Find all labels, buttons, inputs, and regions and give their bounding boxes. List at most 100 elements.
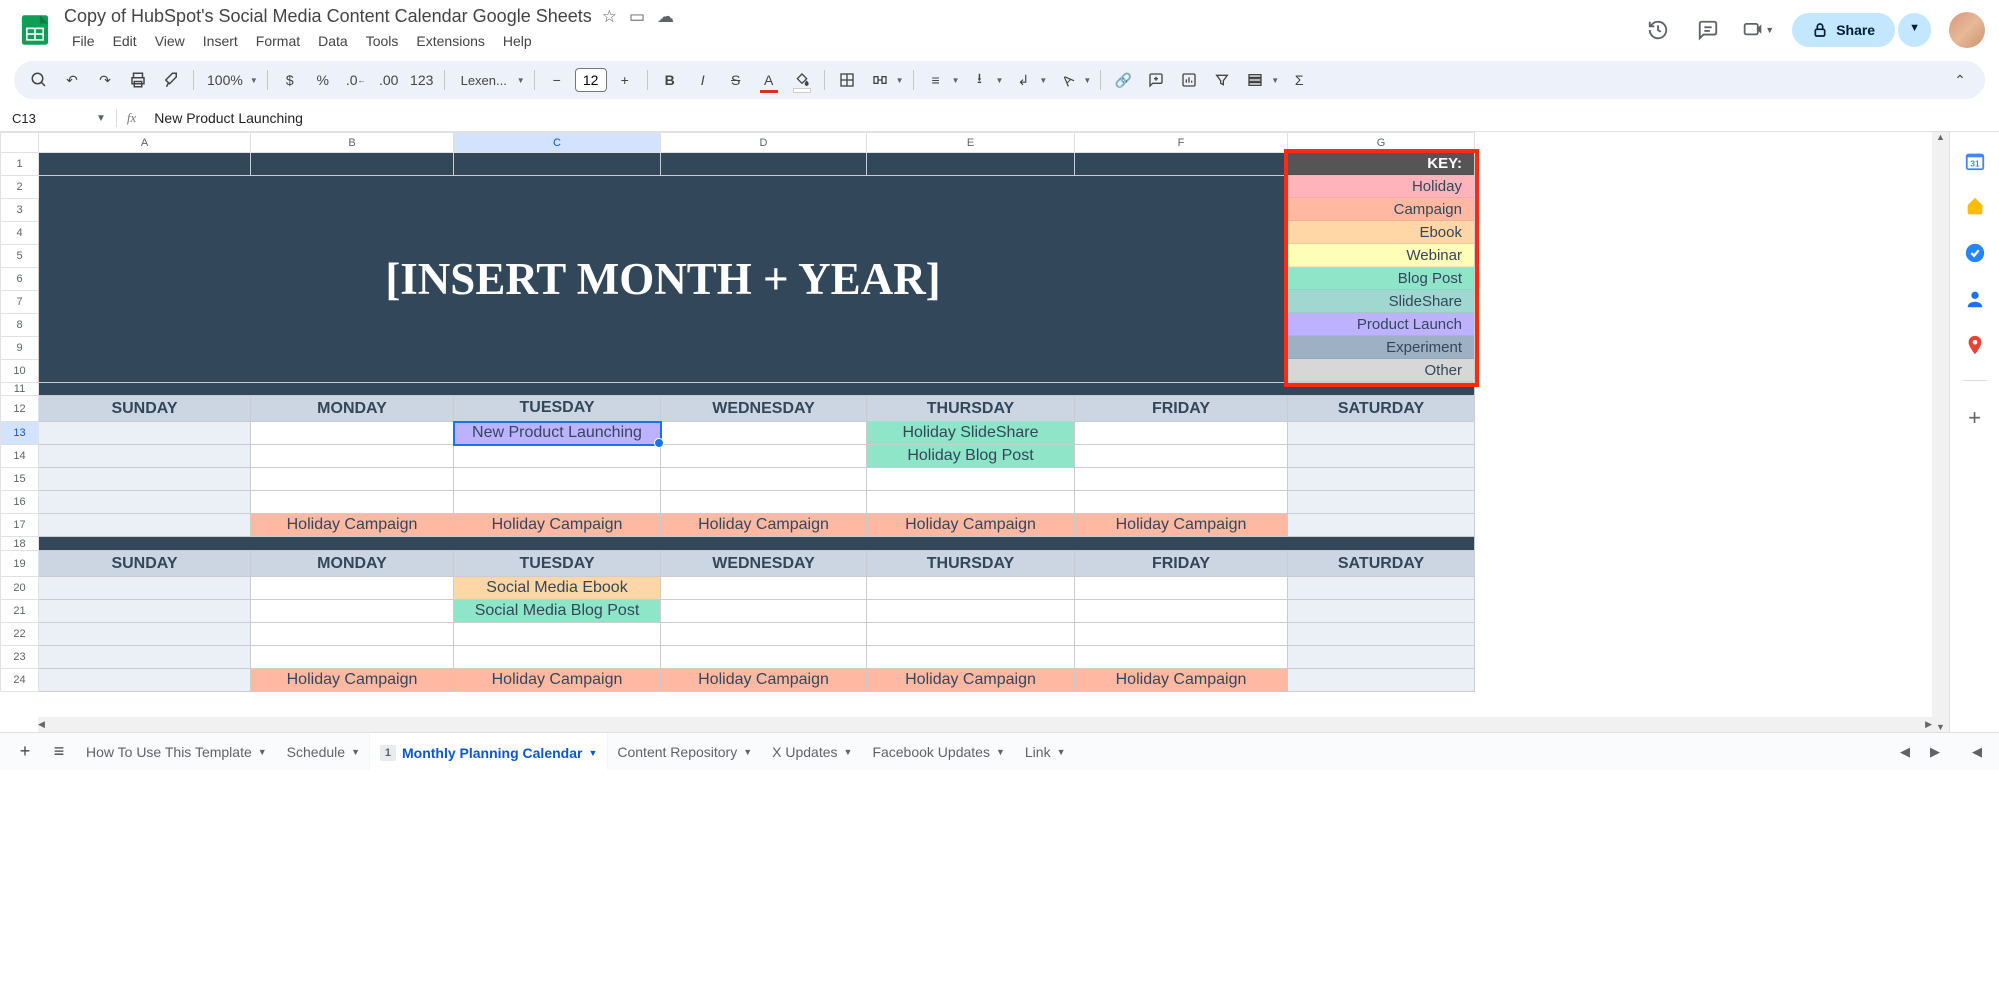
- paint-format-icon[interactable]: [156, 65, 186, 95]
- functions-icon[interactable]: Σ: [1284, 65, 1314, 95]
- cell[interactable]: SUNDAY: [39, 396, 251, 422]
- tab-caret-icon[interactable]: ▼: [844, 747, 853, 757]
- row-header-12[interactable]: 12: [1, 396, 39, 422]
- font-size-input[interactable]: [575, 68, 607, 92]
- cell[interactable]: [661, 468, 867, 491]
- menu-format[interactable]: Format: [248, 29, 308, 53]
- cell[interactable]: SUNDAY: [39, 551, 251, 577]
- font-size-inc-icon[interactable]: +: [610, 65, 640, 95]
- tab-caret-icon[interactable]: ▼: [996, 747, 1005, 757]
- menu-view[interactable]: View: [147, 29, 193, 53]
- cell[interactable]: [251, 600, 454, 623]
- cell[interactable]: [39, 577, 251, 600]
- search-icon[interactable]: [24, 65, 54, 95]
- cell[interactable]: [867, 623, 1075, 646]
- insert-chart-icon[interactable]: [1174, 65, 1204, 95]
- tab-caret-icon[interactable]: ▼: [258, 747, 267, 757]
- number-format-icon[interactable]: 123: [407, 65, 437, 95]
- cell[interactable]: [454, 646, 661, 669]
- link-icon[interactable]: 🔗: [1108, 65, 1138, 95]
- horizontal-scrollbar[interactable]: [38, 717, 1932, 732]
- cell[interactable]: [1288, 646, 1475, 669]
- cell[interactable]: [867, 646, 1075, 669]
- row-header-1[interactable]: 1: [1, 153, 39, 176]
- menu-insert[interactable]: Insert: [195, 29, 246, 53]
- tab-caret-icon[interactable]: ▼: [743, 747, 752, 757]
- cell[interactable]: Holiday Campaign: [1075, 669, 1288, 692]
- cell[interactable]: [39, 491, 251, 514]
- col-header-A[interactable]: A: [39, 133, 251, 153]
- present-icon[interactable]: ▼: [1742, 14, 1774, 46]
- cell[interactable]: [867, 600, 1075, 623]
- cell[interactable]: Holiday Campaign: [454, 669, 661, 692]
- row-header-7[interactable]: 7: [1, 291, 39, 314]
- menu-extensions[interactable]: Extensions: [408, 29, 492, 53]
- collapse-toolbar-icon[interactable]: ⌃: [1945, 65, 1975, 95]
- cell[interactable]: [1288, 445, 1475, 468]
- cell[interactable]: [1075, 577, 1288, 600]
- row-header-10[interactable]: 10: [1, 360, 39, 383]
- cell[interactable]: [867, 491, 1075, 514]
- cell[interactable]: [39, 646, 251, 669]
- currency-icon[interactable]: $: [275, 65, 305, 95]
- filter-views-icon[interactable]: [1240, 65, 1270, 95]
- strikethrough-icon[interactable]: S: [721, 65, 751, 95]
- row-header-24[interactable]: 24: [1, 669, 39, 692]
- row-header-17[interactable]: 17: [1, 514, 39, 537]
- sheet-tab[interactable]: Content Repository▼: [607, 733, 762, 770]
- tab-caret-icon[interactable]: ▼: [351, 747, 360, 757]
- cell[interactable]: [661, 577, 867, 600]
- cell[interactable]: [661, 600, 867, 623]
- name-box-caret-icon[interactable]: ▼: [96, 113, 106, 124]
- zoom-select[interactable]: 100%: [201, 65, 249, 95]
- cell[interactable]: [39, 422, 251, 445]
- wrap-icon[interactable]: ↲: [1008, 65, 1038, 95]
- cell[interactable]: Holiday Campaign: [454, 514, 661, 537]
- row-header-9[interactable]: 9: [1, 337, 39, 360]
- cell[interactable]: MONDAY: [251, 551, 454, 577]
- row-header-16[interactable]: 16: [1, 491, 39, 514]
- cell[interactable]: FRIDAY: [1075, 396, 1288, 422]
- row-header-20[interactable]: 20: [1, 577, 39, 600]
- tab-caret-icon[interactable]: ▼: [588, 748, 597, 758]
- align-h-icon[interactable]: ≡: [921, 65, 951, 95]
- cell[interactable]: [251, 623, 454, 646]
- share-dropdown[interactable]: ▼: [1898, 13, 1931, 47]
- cell[interactable]: [661, 646, 867, 669]
- sheet-area[interactable]: ABCDEFG12[INSERT MONTH + YEAR]3456789101…: [0, 132, 1949, 732]
- zoom-caret-icon[interactable]: ▼: [250, 76, 258, 85]
- row-header-3[interactable]: 3: [1, 199, 39, 222]
- row-header-22[interactable]: 22: [1, 623, 39, 646]
- sheets-logo-icon[interactable]: [14, 9, 56, 51]
- cell[interactable]: [251, 422, 454, 445]
- cell[interactable]: Holiday Campaign: [661, 669, 867, 692]
- cell[interactable]: [251, 646, 454, 669]
- row-header-21[interactable]: 21: [1, 600, 39, 623]
- italic-icon[interactable]: I: [688, 65, 718, 95]
- addons-plus-icon[interactable]: +: [1968, 405, 1981, 431]
- col-header-[interactable]: [1, 133, 39, 153]
- col-header-E[interactable]: E: [867, 133, 1075, 153]
- cell[interactable]: [1288, 623, 1475, 646]
- cell[interactable]: [1075, 623, 1288, 646]
- tab-nav-left-icon[interactable]: ◀: [1891, 738, 1919, 766]
- cell[interactable]: TUESDAY: [454, 551, 661, 577]
- sheet-tab[interactable]: 1Monthly Planning Calendar▼: [370, 733, 607, 770]
- cell[interactable]: [251, 468, 454, 491]
- merge-cells-icon[interactable]: [865, 65, 895, 95]
- add-sheet-icon[interactable]: +: [8, 735, 42, 769]
- cell[interactable]: [251, 577, 454, 600]
- cell[interactable]: [454, 491, 661, 514]
- user-avatar[interactable]: [1949, 12, 1985, 48]
- cell[interactable]: [1288, 600, 1475, 623]
- cell[interactable]: SATURDAY: [1288, 396, 1475, 422]
- cell[interactable]: [39, 514, 251, 537]
- vertical-scrollbar[interactable]: [1932, 132, 1949, 732]
- share-button[interactable]: Share: [1792, 13, 1895, 47]
- cell[interactable]: [251, 445, 454, 468]
- comments-icon[interactable]: [1692, 14, 1724, 46]
- cell[interactable]: [1075, 445, 1288, 468]
- cell[interactable]: [1075, 153, 1288, 176]
- keep-sidepanel-icon[interactable]: [1964, 196, 1986, 218]
- cell[interactable]: Holiday Campaign: [251, 669, 454, 692]
